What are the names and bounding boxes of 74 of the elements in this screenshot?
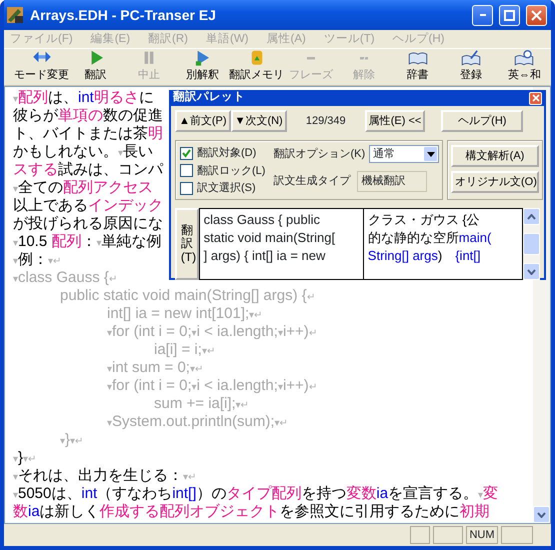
checkbox-label[interactable]: 翻訳ロック(L) — [197, 162, 266, 179]
close-button[interactable] — [529, 92, 542, 104]
text-line: ▾5050は、int（すなわちint[]）のタイプ配列を持つ変数iaを宣言する。▾変 — [13, 485, 498, 503]
text-line: int[] ia = new int[101];▾↵ — [106, 305, 262, 323]
scroll-down-button[interactable] — [523, 263, 540, 280]
status-panel — [433, 526, 463, 544]
text-line: ▾全ての配列アクセス — [13, 179, 153, 197]
text-line: public static void main(String[] args) {↵ — [59, 287, 315, 305]
close-button[interactable] — [526, 4, 547, 26]
checkbox-label[interactable]: 訳文選択(S) — [197, 180, 256, 196]
text-line: ▾それは、出力を生じる：▾↵ — [13, 467, 196, 485]
text-line: かもしれない。▾長い — [13, 143, 153, 161]
checkbox-label[interactable]: 翻訳対象(D) — [197, 145, 256, 162]
text-line: ▾int sum = 0;▾↵ — [106, 359, 203, 377]
original-text-button[interactable]: オリジナル文(O) — [451, 171, 539, 193]
text-line: ▾for (int i = 0;▾i < ia.length;▾i++)↵ — [106, 377, 317, 395]
toolbar-button[interactable]: 英⇔和 — [498, 49, 551, 85]
toolbar-button[interactable]: 登録 — [444, 49, 498, 85]
output-type-field: 機械翻訳 — [357, 171, 428, 192]
option-dropdown[interactable]: 通常 — [369, 145, 440, 163]
window-title: Arrays.EDH - PC-Transer EJ — [30, 6, 217, 25]
chevron-down-icon — [537, 512, 546, 518]
minimize-icon — [480, 14, 486, 16]
status-panel — [410, 526, 430, 544]
palette-title: 翻訳パレット — [173, 89, 245, 106]
text-line: ト、バイトまたは茶明 — [13, 125, 163, 143]
checkbox[interactable] — [180, 182, 193, 195]
translation-text-pane[interactable]: クラス・ガウス {公 的な静的な空所main( String[] args) {int[] — [364, 208, 524, 280]
dropdown-arrow-icon — [426, 152, 435, 156]
toolbar-button[interactable]: 辞書 — [390, 49, 444, 85]
text-line: ▾配列は、int明るさ に — [13, 89, 154, 107]
app-icon — [6, 6, 24, 24]
option-label: 翻訳オプション(K) — [273, 146, 366, 162]
close-icon — [532, 94, 540, 102]
status-panel — [501, 526, 533, 544]
text-line: ▾System.out.println(sum);▾↵ — [106, 413, 288, 431]
scroll-thumb[interactable] — [523, 233, 540, 255]
text-line: 数iaは新しく 作成する配列オブジェクト を参照文に引用するために初期 — [13, 503, 490, 521]
text-line: ia[i] = i;▾↵ — [153, 341, 215, 359]
toolbar-button[interactable]: モード変更 — [14, 49, 69, 85]
checkbox[interactable] — [180, 164, 193, 178]
status-indicator: NUM — [466, 526, 498, 544]
scroll-down-button[interactable] — [533, 506, 550, 523]
text-line: ▾class Gauss {↵ — [13, 269, 117, 287]
checkbox[interactable] — [180, 146, 193, 160]
text-line: ▾例：▾↵ — [13, 251, 61, 269]
text-line: 彼らが単項の数の促進 — [13, 107, 163, 125]
toolbar-button[interactable]: 翻訳メモリ — [229, 49, 284, 85]
attributes-button[interactable]: 属性(E) << — [364, 110, 426, 132]
source-text-pane[interactable]: class Gauss { public static void main(String[ ] args) { int[] ia = new — [198, 208, 364, 280]
maximize-button[interactable] — [499, 4, 520, 26]
help-button[interactable]: ヘルプ(H) — [441, 110, 524, 132]
text-line: が投げられる原因にな — [13, 215, 163, 233]
scroll-up-button[interactable] — [523, 208, 540, 225]
text-line: ▾10.5 配列：▾単純な例 — [13, 233, 162, 251]
toolbar-button[interactable]: 別解釈 — [176, 49, 230, 85]
parse-button[interactable]: 構文解析(A) — [451, 145, 539, 167]
text-line: ▾for (int i = 0;▾i < ia.length;▾i++)↵ — [106, 323, 317, 341]
next-sentence-button[interactable]: ▼次文(N) — [230, 110, 287, 132]
output-type-label: 訳文生成タイプ — [273, 174, 352, 189]
maximize-icon — [504, 10, 515, 20]
close-icon — [531, 10, 542, 20]
text-line: sum += ia[i];▾↵ — [153, 395, 249, 413]
chevron-down-icon — [527, 268, 536, 274]
previous-sentence-button[interactable]: ▲前文(P) — [175, 110, 231, 132]
text-line: スする試みは、コンパ — [13, 161, 163, 179]
text-line: ▾}▾↵ — [13, 449, 36, 467]
text-line: 以上であるインデック — [13, 197, 163, 215]
translate-button[interactable]: 翻訳(T) — [175, 208, 199, 280]
sentence-counter: 129/349 — [304, 114, 347, 129]
text-line: ▾}▾↵ — [59, 431, 84, 449]
chevron-up-icon — [527, 214, 536, 220]
minimize-button[interactable] — [472, 4, 493, 26]
toolbar-button[interactable]: 翻訳 — [69, 49, 122, 85]
